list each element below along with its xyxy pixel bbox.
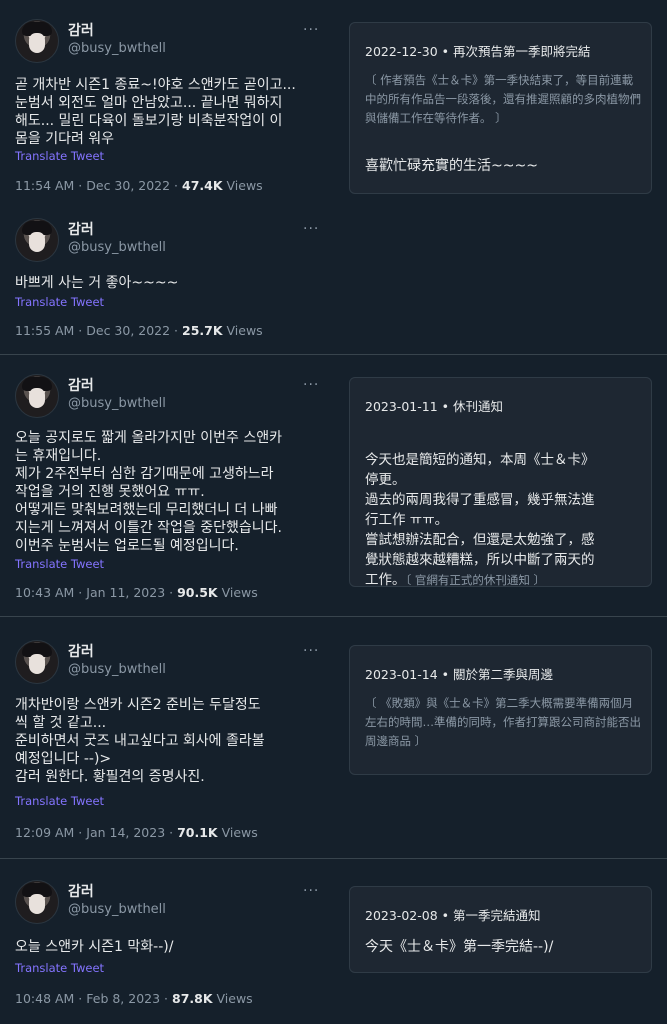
card-note: 〔 《敗類》與《士＆卡》第二季大概需要準備兩個月左右的時間…準備的同時，作者打算…: [365, 696, 641, 748]
tweet-timestamp[interactable]: 11:54 AM · Dec 30, 2022 ·: [15, 178, 182, 193]
card-title: 休刊通知: [452, 399, 503, 414]
view-count[interactable]: 47.4K: [182, 178, 223, 193]
tweet-text: 곧 개차반 시즌1 종료~!야호 스앤카도 곧이고... 눈범서 외전도 얼마 …: [15, 77, 296, 147]
card-date: 2023-01-14: [365, 667, 438, 682]
card-text: 今天也是簡短的通知，本周《士＆卡》 停更。 過去的兩周我得了重感冒，幾乎無法進 …: [365, 430, 641, 590]
tweet-timestamp[interactable]: 12:09 AM · Jan 14, 2023 ·: [15, 825, 177, 840]
avatar[interactable]: [15, 19, 59, 63]
card-body-text: 今天也是簡短的通知，本周《士＆卡》 停更。 過去的兩周我得了重感冒，幾乎無法進 …: [365, 452, 595, 588]
tweet-meta: 11:55 AM · Dec 30, 2022 · 25.7K Views: [15, 323, 263, 338]
tweet-timestamp[interactable]: 10:48 AM · Feb 8, 2023 ·: [15, 991, 172, 1006]
user-handle[interactable]: @busy_bwthell: [68, 41, 166, 56]
tweet-meta: 12:09 AM · Jan 14, 2023 · 70.1K Views: [15, 825, 258, 840]
display-name[interactable]: 감러: [68, 219, 94, 239]
display-name[interactable]: 감러: [68, 20, 94, 40]
card-note: 〔 作者預告《士＆卡》第一季快結束了，等目前連載中的所有作品告一段落後，還有推遲…: [365, 73, 641, 125]
avatar[interactable]: [15, 880, 59, 924]
avatar[interactable]: [15, 374, 59, 418]
tweet-meta: 10:43 AM · Jan 11, 2023 · 90.5K Views: [15, 585, 258, 600]
view-count[interactable]: 90.5K: [177, 585, 218, 600]
tweet[interactable]: 감러 @busy_bwthell ··· 곧 개차반 시즌1 종료~!야호 스앤…: [15, 19, 333, 199]
more-options-icon[interactable]: ···: [303, 883, 319, 899]
display-name[interactable]: 감러: [68, 881, 94, 901]
display-name[interactable]: 감러: [68, 375, 94, 395]
user-handle[interactable]: @busy_bwthell: [68, 902, 166, 917]
divider: [0, 858, 667, 859]
card-separator: •: [437, 667, 453, 682]
tweet-timestamp[interactable]: 11:55 AM · Dec 30, 2022 ·: [15, 323, 182, 338]
card-separator: •: [437, 44, 453, 59]
translation-card: 2023-01-14 • 關於第二季與周邊 〔 《敗類》與《士＆卡》第二季大概需…: [349, 645, 652, 775]
more-options-icon[interactable]: ···: [303, 643, 319, 659]
tweet-meta: 11:54 AM · Dec 30, 2022 · 47.4K Views: [15, 178, 263, 193]
tweet-meta: 10:48 AM · Feb 8, 2023 · 87.8K Views: [15, 991, 253, 1006]
tweet-timestamp[interactable]: 10:43 AM · Jan 11, 2023 ·: [15, 585, 177, 600]
translate-tweet-link[interactable]: Translate Tweet: [15, 794, 104, 808]
translate-tweet-link[interactable]: Translate Tweet: [15, 149, 104, 163]
card-header: 2023-01-11 • 休刊通知: [365, 396, 503, 415]
tweet-text: 바쁘게 사는 거 좋아~~~~: [15, 275, 179, 291]
card-separator: •: [437, 399, 453, 414]
view-count[interactable]: 87.8K: [172, 991, 213, 1006]
tweet-text: 오늘 공지로도 짧게 올라가지만 이번주 스앤카 는 휴재입니다. 제가 2주전…: [15, 430, 282, 554]
more-options-icon[interactable]: ···: [303, 22, 319, 38]
tweet[interactable]: 감러 @busy_bwthell ··· 바쁘게 사는 거 좋아~~~~ Tra…: [15, 218, 333, 338]
view-count[interactable]: 25.7K: [182, 323, 223, 338]
views-label: Views: [222, 178, 263, 193]
translate-tweet-link[interactable]: Translate Tweet: [15, 961, 104, 975]
card-text: 喜歡忙碌充實的生活~~~~: [365, 158, 538, 174]
more-options-icon[interactable]: ···: [303, 377, 319, 393]
user-handle[interactable]: @busy_bwthell: [68, 240, 166, 255]
views-label: Views: [222, 323, 263, 338]
card-date: 2023-01-11: [365, 399, 438, 414]
tweet[interactable]: 감러 @busy_bwthell ··· 오늘 공지로도 짧게 올라가지만 이번…: [15, 374, 333, 604]
translation-card: 2022-12-30 • 再次預告第一季即將完結 〔 作者預告《士＆卡》第一季快…: [349, 22, 652, 194]
card-date: 2023-02-08: [365, 908, 438, 923]
tweet-text: 오늘 스앤카 시즌1 막화--)/: [15, 939, 174, 955]
translate-tweet-link[interactable]: Translate Tweet: [15, 557, 104, 571]
divider: [0, 354, 667, 355]
tweet[interactable]: 감러 @busy_bwthell ··· 오늘 스앤카 시즌1 막화--)/ T…: [15, 880, 333, 1015]
translation-card: 2023-01-11 • 休刊通知 今天也是簡短的通知，本周《士＆卡》 停更。 …: [349, 377, 652, 590]
tweet[interactable]: 감러 @busy_bwthell ··· 개차반이랑 스앤카 시즌2 준비는 두…: [15, 640, 333, 850]
card-title: 再次預告第一季即將完結: [452, 44, 591, 59]
card-header: 2023-02-08 • 第一季完結通知: [365, 905, 541, 924]
user-handle[interactable]: @busy_bwthell: [68, 662, 166, 677]
card-text: 今天《士＆卡》第一季完結--)/: [365, 939, 554, 955]
views-label: Views: [217, 585, 258, 600]
avatar[interactable]: [15, 218, 59, 262]
views-label: Views: [217, 825, 258, 840]
views-label: Views: [212, 991, 253, 1006]
card-title: 關於第二季與周邊: [452, 667, 553, 682]
display-name[interactable]: 감러: [68, 641, 94, 661]
view-count[interactable]: 70.1K: [177, 825, 218, 840]
translation-card: 2023-02-08 • 第一季完結通知 今天《士＆卡》第一季完結--)/: [349, 886, 652, 973]
card-date: 2022-12-30: [365, 44, 438, 59]
card-header: 2023-01-14 • 關於第二季與周邊: [365, 664, 553, 683]
card-separator: •: [437, 908, 453, 923]
avatar[interactable]: [15, 640, 59, 684]
tweet-text: 개차반이랑 스앤카 시즌2 준비는 두달정도 씩 할 것 같고... 준비하면서…: [15, 697, 265, 785]
divider: [0, 616, 667, 617]
more-options-icon[interactable]: ···: [303, 221, 319, 237]
card-header: 2022-12-30 • 再次預告第一季即將完結: [365, 41, 591, 60]
user-handle[interactable]: @busy_bwthell: [68, 396, 166, 411]
card-body-note: 〔 官網有正式的休刊通知 〕: [405, 573, 546, 587]
card-title: 第一季完結通知: [452, 908, 541, 923]
translate-tweet-link[interactable]: Translate Tweet: [15, 295, 104, 309]
